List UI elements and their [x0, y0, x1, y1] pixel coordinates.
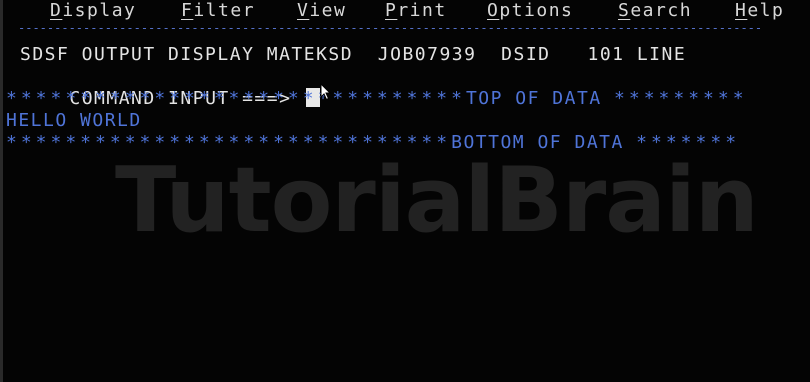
top-of-data-marker: TOP OF DATA — [465, 88, 602, 109]
top-stars-left: ******************************* — [6, 88, 466, 109]
mouse-pointer-icon — [320, 83, 332, 101]
menu-options[interactable]: Options — [487, 0, 573, 22]
menu-filter[interactable]: Filter — [181, 0, 255, 22]
menu-bar: Display Filter View Print Options Search… — [0, 0, 810, 22]
menu-search[interactable]: Search — [618, 0, 692, 22]
terminal-screen: Display Filter View Print Options Search… — [0, 0, 810, 382]
menu-help[interactable]: Help — [735, 0, 784, 22]
window-edge — [0, 0, 3, 382]
top-of-data-line: *******************************TOP OF DA… — [6, 88, 748, 110]
output-line: HELLO WORLD — [6, 110, 142, 131]
top-stars-right: ********* — [614, 88, 748, 109]
command-input[interactable] — [297, 66, 313, 88]
watermark-logo: TutorialBrain — [115, 148, 759, 253]
menu-separator: ----------------------------------------… — [18, 22, 763, 34]
menu-display[interactable]: Display — [50, 0, 136, 22]
panel-title: SDSF OUTPUT DISPLAY MATEKSD JOB07939 DSI… — [20, 44, 687, 65]
menu-view[interactable]: View — [297, 0, 346, 22]
menu-print[interactable]: Print — [385, 0, 447, 22]
